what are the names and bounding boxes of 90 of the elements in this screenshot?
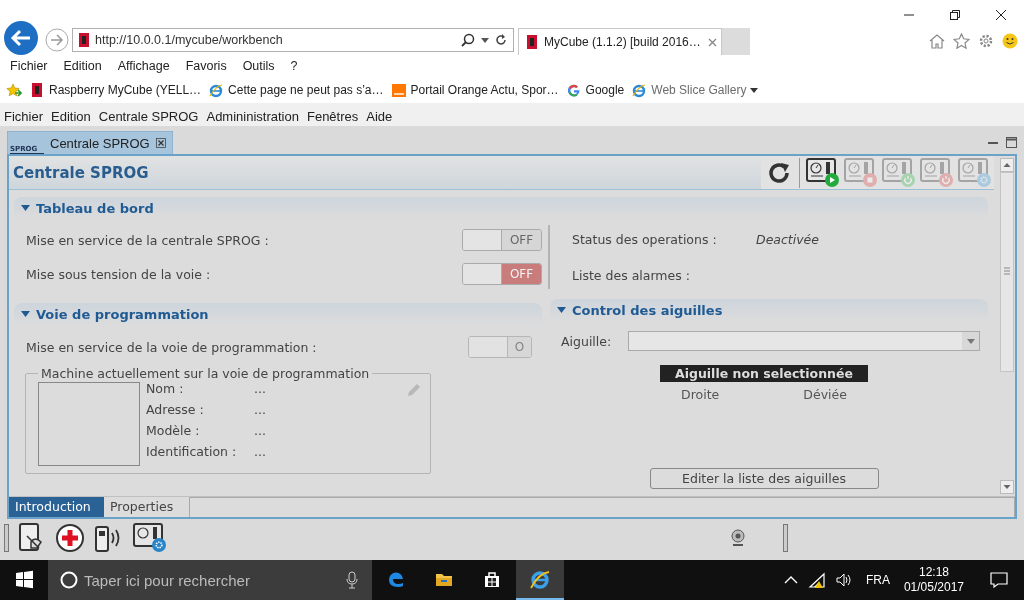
caret-icon[interactable]: [481, 37, 489, 43]
collapse-triangle-icon: [21, 205, 30, 212]
scroll-thumb-icon[interactable]: [1000, 172, 1014, 372]
settings-icon[interactable]: [978, 33, 994, 49]
menu-item[interactable]: Centrale SPROG: [94, 108, 203, 124]
menu-item[interactable]: Edition: [55, 59, 110, 73]
menu-item[interactable]: Fichier: [0, 108, 47, 124]
status-label: Aiguille non selectionnée: [660, 365, 868, 382]
bottom-tab[interactable]: Introduction: [9, 497, 104, 517]
add-icon[interactable]: [55, 523, 85, 553]
device-settings-icon[interactable]: [133, 523, 167, 553]
field-label: Nom :: [146, 381, 185, 396]
restore-icon[interactable]: [950, 10, 960, 20]
toolbar-grip[interactable]: [783, 524, 788, 552]
field-label: Adresse :: [146, 402, 205, 417]
smiley-icon[interactable]: [1002, 33, 1018, 49]
scroll-down-icon[interactable]: [1000, 480, 1014, 494]
page-icon: [79, 33, 89, 47]
star-icon[interactable]: [953, 33, 970, 49]
language-indicator[interactable]: FRA: [865, 573, 890, 587]
menu-item[interactable]: Favoris: [177, 59, 235, 73]
caret-icon: [966, 338, 975, 344]
field-value: ...: [254, 423, 266, 438]
favorite-link[interactable]: Cette page ne peut pas s’a…: [209, 82, 384, 98]
close-icon[interactable]: [155, 138, 166, 148]
status-label: Status des operations :: [572, 231, 718, 247]
wifi-warning-icon[interactable]: [807, 572, 826, 588]
ie-logo-icon[interactable]: [516, 560, 564, 600]
field-value: ...: [254, 444, 266, 459]
field-label: Mise en service de la voie de programmation :: [26, 339, 317, 355]
field-label: Modèle :: [146, 423, 201, 438]
status-label: Liste des alarmes :: [572, 267, 691, 283]
field-label: Mise en service de la centrale SPROG :: [26, 232, 269, 248]
home-icon[interactable]: [929, 33, 945, 49]
webcam-icon[interactable]: [729, 529, 747, 547]
close-icon[interactable]: [996, 10, 1006, 20]
collapse-triangle-icon: [557, 307, 566, 314]
menu-item[interactable]: Fenêtres: [302, 108, 363, 124]
menu-item[interactable]: Admininistration: [202, 108, 303, 124]
favorite-link[interactable]: Google: [566, 82, 625, 98]
search-field[interactable]: Taper ici pour rechercher: [84, 571, 340, 589]
favorites-star-icon[interactable]: [6, 82, 22, 98]
toggle-switch[interactable]: OFF: [462, 229, 542, 251]
speaker-icon[interactable]: [835, 572, 852, 588]
scrollbar[interactable]: [1000, 156, 1014, 494]
notification-icon[interactable]: [990, 572, 1008, 588]
maximize-icon[interactable]: [1006, 137, 1017, 148]
g-logo-icon: [566, 82, 581, 98]
collapse-triangle-icon: [21, 311, 30, 318]
page-icon: [527, 35, 537, 49]
bookmark-page-icon: [30, 82, 44, 98]
clock[interactable]: 12:18 01/05/2017: [903, 565, 964, 595]
back-icon[interactable]: [3, 20, 39, 56]
favorite-link[interactable]: Portail Orange Actu, Spor…: [391, 82, 559, 98]
field-label: Identification :: [146, 444, 238, 459]
position-label: Déviée: [803, 387, 847, 402]
search-bar[interactable]: Taper ici pour rechercher: [48, 560, 372, 600]
status-value: Deactivée: [756, 231, 819, 247]
panel-title: Centrale SPROG: [13, 163, 149, 182]
cortana-circle-icon: [60, 571, 78, 589]
ie-logo-icon: [632, 82, 647, 98]
menu-item[interactable]: Edition: [47, 108, 95, 124]
url-text: http://10.0.0.1/mycube/workbench: [95, 33, 283, 47]
favorite-link[interactable]: Web Slice Gallery: [632, 82, 747, 98]
menu-item[interactable]: ?: [282, 59, 306, 73]
edit-list-button[interactable]: Editer la liste des aiguilles: [649, 468, 879, 489]
position-label: Droite: [681, 387, 720, 402]
scroll-up-icon[interactable]: [1000, 158, 1014, 172]
field-label: Aiguille:: [561, 333, 612, 349]
menu-item[interactable]: Fichier: [2, 59, 56, 73]
menu-item[interactable]: Outils: [234, 59, 283, 73]
menu-item[interactable]: Affichage: [109, 59, 178, 73]
toolbar-grip[interactable]: [4, 524, 9, 552]
field-value: ...: [254, 402, 266, 417]
field-label: Mise sous tension de la voie :: [26, 266, 211, 282]
browser-tab[interactable]: MyCube (1.1.2) [build 2016…: [518, 28, 722, 55]
favorite-link[interactable]: Raspberry MyCube (YELL…: [30, 82, 202, 98]
device-play-icon[interactable]: [806, 157, 840, 188]
group-title: Machine actuellement sur la voie de programmation: [40, 366, 371, 381]
menu-item[interactable]: Aide: [362, 108, 397, 124]
search-icon[interactable]: [461, 33, 475, 47]
ie-logo-icon: [209, 82, 224, 98]
tab-title: MyCube (1.1.2) [build 2016…: [544, 35, 701, 49]
microphone-icon[interactable]: [346, 571, 358, 589]
bottom-tab[interactable]: Properties: [104, 497, 180, 517]
field-value: ...: [254, 381, 266, 396]
refresh-icon[interactable]: [495, 34, 507, 46]
brand-logo-icon: [391, 82, 406, 98]
address-bar[interactable]: http://10.0.0.1/mycube/workbench: [72, 28, 514, 52]
chevron-up-icon[interactable]: [783, 575, 798, 585]
